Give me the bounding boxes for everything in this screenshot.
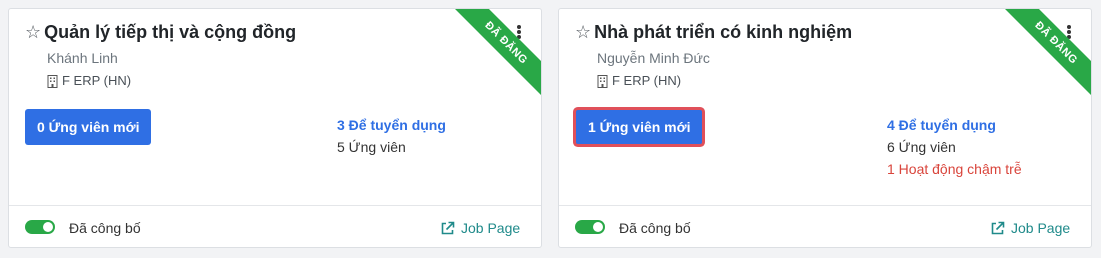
company-name: F ERP (HN) <box>62 73 132 88</box>
job-title-row: ☆ Quản lý tiếp thị và cộng đồng <box>25 21 296 43</box>
job-page-link[interactable]: Job Page <box>990 219 1070 237</box>
job-card: ☆ Nhà phát triển có kinh nghiệm ĐÃ ĐĂNG … <box>558 8 1092 248</box>
job-title[interactable]: Quản lý tiếp thị và cộng đồng <box>44 21 296 43</box>
job-page-label[interactable]: Job Page <box>461 219 520 237</box>
job-page-label[interactable]: Job Page <box>1011 219 1070 237</box>
to-recruit-link[interactable]: 3 Để tuyển dụng <box>337 114 446 136</box>
external-link-icon <box>441 221 455 234</box>
published-label: Đã công bố <box>69 220 141 236</box>
card-footer-divider <box>559 205 1091 206</box>
building-icon <box>47 74 58 88</box>
job-title-row: ☆ Nhà phát triển có kinh nghiệm <box>575 21 852 43</box>
published-ribbon: ĐÃ ĐĂNG <box>451 9 541 98</box>
job-title[interactable]: Nhà phát triển có kinh nghiệm <box>594 21 852 43</box>
new-applicants-button[interactable]: 0 Ứng viên mới <box>25 109 152 145</box>
applicants-link[interactable]: 5 Ứng viên <box>337 136 446 158</box>
job-card: ☆ Quản lý tiếp thị và cộng đồng ĐÃ ĐĂNG … <box>8 8 542 248</box>
published-toggle[interactable] <box>25 220 55 234</box>
job-page-link[interactable]: Job Page <box>440 219 520 237</box>
job-company: F ERP (HN) <box>597 73 681 89</box>
external-link-icon <box>991 221 1005 234</box>
job-company: F ERP (HN) <box>47 73 131 89</box>
published-ribbon: ĐÃ ĐĂNG <box>1001 9 1091 98</box>
job-stats: 4 Để tuyển dụng 6 Ứng viên 1 Hoạt động c… <box>887 114 1022 180</box>
published-label: Đã công bố <box>619 220 691 236</box>
job-stats: 3 Để tuyển dụng 5 Ứng viên <box>337 114 446 158</box>
card-footer-divider <box>9 205 541 206</box>
company-name: F ERP (HN) <box>612 73 682 88</box>
to-recruit-link[interactable]: 4 Để tuyển dụng <box>887 114 1022 136</box>
new-applicants-button[interactable]: 1 Ứng viên mới <box>576 110 703 144</box>
late-activity-link[interactable]: 1 Hoạt động chậm trễ <box>887 158 1022 180</box>
job-manager: Nguyễn Minh Đức <box>597 50 710 66</box>
job-manager: Khánh Linh <box>47 50 118 66</box>
star-outline-icon[interactable]: ☆ <box>575 22 591 42</box>
applicants-link[interactable]: 6 Ứng viên <box>887 136 1022 158</box>
building-icon <box>597 74 608 88</box>
published-toggle[interactable] <box>575 220 605 234</box>
star-outline-icon[interactable]: ☆ <box>25 22 41 42</box>
